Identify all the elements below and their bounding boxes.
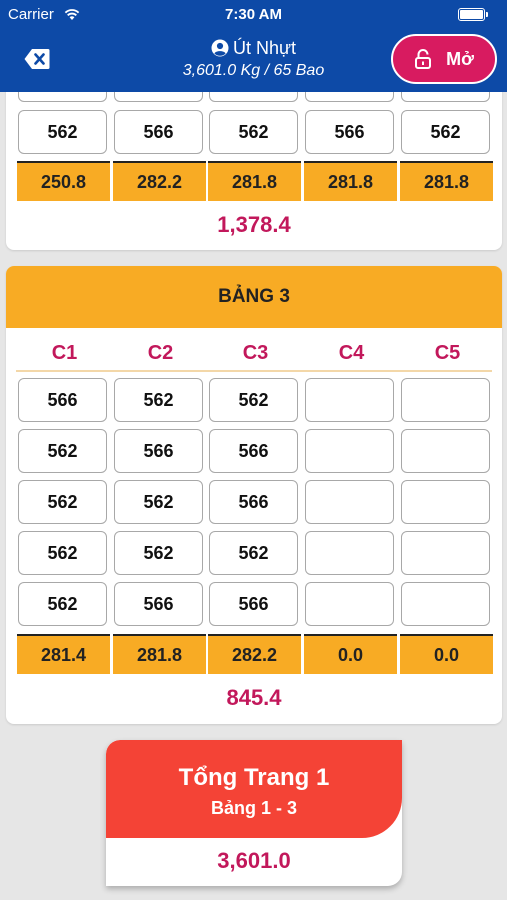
table-cell[interactable] [305,582,394,626]
table-cell[interactable]: 562 [18,110,107,154]
table-cell[interactable] [305,531,394,575]
page-total-value: 3,601.0 [217,848,291,873]
table-2-card: 562 566 562 566 562 250.8 282.2 281.8 28… [6,58,502,250]
table-cell[interactable]: 566 [209,429,298,473]
status-bar: Carrier 7:30 AM [0,5,507,25]
column-sum: 282.2 [208,634,301,674]
table-cell[interactable]: 562 [18,531,107,575]
table-cell[interactable] [401,531,490,575]
table-3-card: BẢNG 3 C1 C2 C3 C4 C5 566 562 562 562 56… [6,266,502,724]
table-cell[interactable]: 566 [114,582,203,626]
column-sum: 281.4 [17,634,110,674]
column-sum: 281.8 [400,161,493,201]
table-cell[interactable]: 562 [114,531,203,575]
column-header: C4 [338,342,365,364]
table-cell[interactable]: 562 [209,378,298,422]
page-total-title: Tổng Trang 1 [178,764,330,791]
column-sum: 282.2 [113,161,206,201]
column-header: C5 [434,342,461,364]
table-cell[interactable] [401,582,490,626]
table-cell[interactable]: 566 [114,110,203,154]
header-divider [16,370,492,372]
table-cell[interactable]: 566 [209,582,298,626]
table-cell[interactable]: 566 [18,378,107,422]
column-sum: 281.8 [113,634,206,674]
table-cell[interactable]: 566 [114,429,203,473]
user-icon [211,39,229,57]
column-sum: 250.8 [17,161,110,201]
customer-name: Út Nhựt [232,38,297,58]
nav-bar: Carrier 7:30 AM Út Nhựt 3,601.0 Kg / 65 … [0,0,507,92]
page-total-header: Tổng Trang 1 Bảng 1 - 3 [106,740,402,838]
column-header: C2 [147,342,174,364]
table-total: 1,378.4 [217,212,291,237]
column-sum: 281.8 [208,161,301,201]
table-cell[interactable] [401,480,490,524]
table-cell[interactable]: 562 [401,110,490,154]
table-cell[interactable]: 566 [305,110,394,154]
table-cell[interactable]: 562 [18,480,107,524]
table-cell[interactable] [305,480,394,524]
column-sum: 0.0 [304,634,397,674]
open-button-label: Mở [446,48,474,69]
table-cell[interactable] [401,429,490,473]
table-cell[interactable]: 562 [114,378,203,422]
page-total-subtitle: Bảng 1 - 3 [210,798,298,818]
unlock-icon [415,49,432,69]
table-cell[interactable]: 562 [18,429,107,473]
page-total-card: Tổng Trang 1 Bảng 1 - 3 3,601.0 [106,740,402,886]
table-total: 845.4 [226,685,282,710]
table-cell[interactable] [401,378,490,422]
table-title: BẢNG 3 [6,266,502,328]
status-time: 7:30 AM [225,6,282,23]
open-button[interactable]: Mở [391,34,497,84]
table-cell[interactable]: 562 [209,110,298,154]
table-cell[interactable] [305,378,394,422]
table-cell[interactable]: 562 [18,582,107,626]
table-cell[interactable]: 562 [114,480,203,524]
table-cell[interactable]: 562 [209,531,298,575]
battery-icon [458,8,488,21]
column-header: C1 [51,342,78,364]
column-sum: 281.8 [304,161,397,201]
column-header: C3 [242,342,269,364]
table-cell[interactable] [305,429,394,473]
table-cell[interactable]: 566 [209,480,298,524]
column-sum: 0.0 [400,634,493,674]
